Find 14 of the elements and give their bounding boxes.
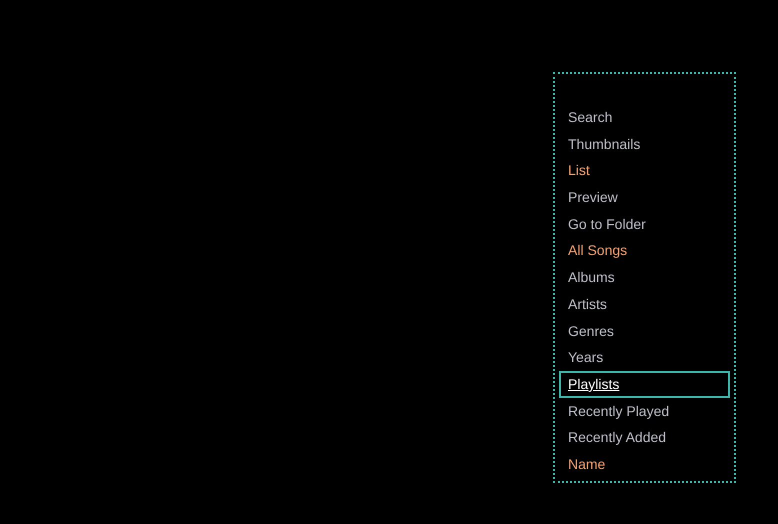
menu-item[interactable]: Years — [559, 344, 730, 371]
menu-item[interactable]: Preview — [559, 184, 730, 211]
menu-item[interactable]: Name — [559, 450, 730, 478]
menu-item[interactable]: All Songs — [559, 237, 730, 264]
menu-item[interactable]: Recently Added — [559, 424, 730, 451]
menu-item[interactable]: Playlists — [559, 370, 730, 398]
menu-item[interactable]: Thumbnails — [559, 130, 730, 158]
menu-item[interactable]: Albums — [559, 264, 730, 291]
menu-item[interactable]: Genres — [559, 318, 730, 344]
menu-item[interactable]: Search — [559, 104, 730, 131]
menu-item[interactable]: Recently Played — [559, 398, 730, 424]
menu-item[interactable]: Artists — [559, 290, 730, 318]
menu-item[interactable]: List — [559, 157, 730, 184]
menu-item[interactable]: Go to Folder — [559, 210, 730, 238]
